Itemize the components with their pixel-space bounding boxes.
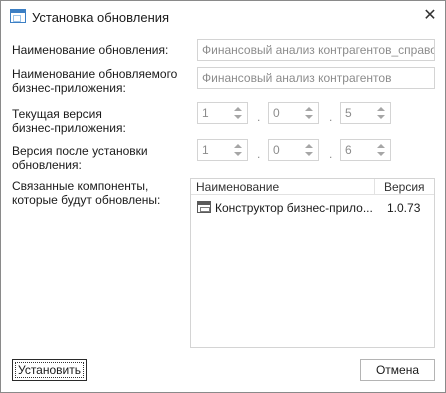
update-name-label: Наименование обновления:: [12, 43, 169, 57]
version-separator: .: [329, 110, 333, 124]
new-version-build-value: 6: [345, 143, 352, 157]
new-version-label-line1: Версия после установки: [12, 144, 148, 158]
cancel-button[interactable]: Отмена: [360, 359, 435, 381]
current-version-label-line1: Текущая версия: [12, 107, 102, 121]
spinner-arrows-icon[interactable]: [305, 105, 314, 121]
version-separator: .: [257, 110, 261, 124]
column-divider[interactable]: [374, 179, 375, 195]
app-name-field[interactable]: Финансовый анализ контрагентов: [197, 67, 435, 89]
components-grid[interactable]: Наименование Версия Конструктор бизнес-п…: [190, 178, 435, 348]
spinner-arrows-icon[interactable]: [377, 142, 386, 158]
components-label-line1: Связанные компоненты,: [12, 179, 149, 193]
spinner-arrows-icon[interactable]: [305, 142, 314, 158]
column-header-version[interactable]: Версия: [384, 180, 425, 194]
column-header-name[interactable]: Наименование: [196, 180, 279, 194]
current-version-major-value: 1: [202, 106, 209, 120]
current-version-minor-spinner[interactable]: 0: [268, 102, 319, 124]
version-separator: .: [257, 147, 261, 161]
close-icon[interactable]: ✕: [415, 1, 445, 31]
current-version-build-spinner[interactable]: 5: [340, 102, 391, 124]
spinner-arrows-icon[interactable]: [377, 105, 386, 121]
current-version-major-spinner[interactable]: 1: [197, 102, 248, 124]
focus-rectangle: [15, 362, 84, 378]
table-row[interactable]: Конструктор бизнес-прило... 1.0.73: [191, 199, 434, 217]
components-label-line2: которые будут обновлены:: [12, 193, 161, 207]
component-icon: [197, 201, 211, 213]
new-version-major-value: 1: [202, 143, 209, 157]
component-name: Конструктор бизнес-прило...: [215, 201, 373, 215]
version-separator: .: [329, 147, 333, 161]
window-title: Установка обновления: [32, 10, 170, 25]
current-version-minor-value: 0: [273, 106, 280, 120]
current-version-label-line2: бизнес-приложения:: [12, 121, 126, 135]
install-button[interactable]: Установить: [12, 359, 87, 381]
update-install-dialog: Установка обновления ✕ Наименование обно…: [0, 0, 446, 393]
new-version-minor-spinner[interactable]: 0: [268, 139, 319, 161]
app-name-label-line2: бизнес-приложения:: [12, 81, 126, 95]
current-version-build-value: 5: [345, 106, 352, 120]
app-name-label-line1: Наименование обновляемого: [12, 67, 178, 81]
component-version: 1.0.73: [387, 201, 421, 215]
window-app-icon: [10, 9, 26, 23]
spinner-arrows-icon[interactable]: [234, 105, 243, 121]
new-version-minor-value: 0: [273, 143, 280, 157]
title-bar: Установка обновления ✕: [1, 1, 445, 33]
spinner-arrows-icon[interactable]: [234, 142, 243, 158]
grid-header: Наименование Версия: [191, 179, 434, 195]
new-version-build-spinner[interactable]: 6: [340, 139, 391, 161]
new-version-major-spinner[interactable]: 1: [197, 139, 248, 161]
update-name-field[interactable]: Финансовый анализ контрагентов_справочни: [197, 39, 435, 61]
new-version-label-line2: обновления:: [12, 158, 82, 172]
